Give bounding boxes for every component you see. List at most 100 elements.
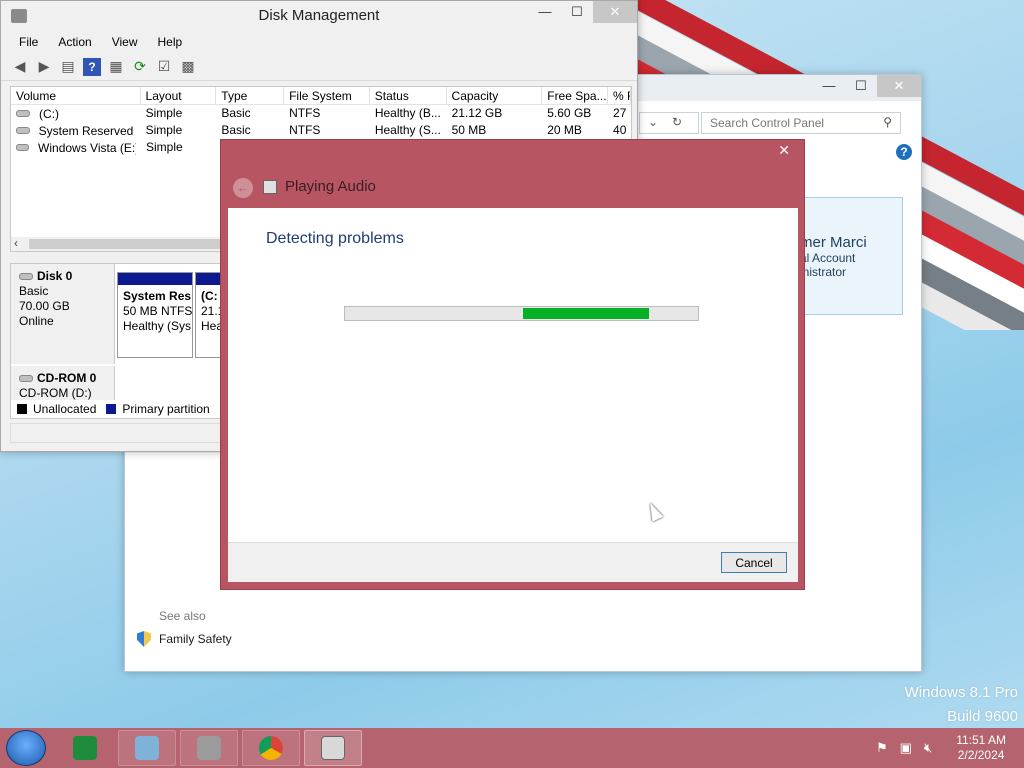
forward-arrow-icon[interactable]: ▶ bbox=[35, 58, 53, 76]
search-placeholder: Search Control Panel bbox=[710, 116, 825, 130]
disk-management-icon bbox=[197, 736, 221, 760]
table-row[interactable]: System Reserved Simple Basic NTFS Health… bbox=[11, 122, 631, 139]
column-capacity[interactable]: Capacity bbox=[447, 87, 543, 104]
refresh-icon[interactable]: ↻ bbox=[672, 115, 682, 129]
cdrom-drive: CD-ROM (D:) bbox=[19, 386, 92, 400]
cell-status: Healthy (B... bbox=[374, 106, 441, 120]
close-icon[interactable]: ✕ bbox=[778, 142, 790, 159]
back-arrow-icon[interactable]: ← bbox=[233, 178, 253, 198]
taskbar-troubleshooter[interactable] bbox=[304, 730, 362, 766]
check-icon[interactable]: ☑ bbox=[155, 58, 173, 76]
cdrom-icon bbox=[19, 375, 33, 382]
cell-percent-free: 40 bbox=[613, 123, 627, 137]
taskbar-store[interactable] bbox=[56, 730, 114, 766]
see-also-heading: See also bbox=[159, 609, 206, 623]
help-icon[interactable]: ? bbox=[896, 144, 912, 160]
dialog-footer: Cancel bbox=[228, 542, 798, 582]
cell-layout: Simple bbox=[145, 106, 183, 120]
chrome-icon bbox=[259, 736, 283, 760]
cell-capacity: 50 MB bbox=[451, 123, 487, 137]
family-safety-link[interactable]: Family Safety bbox=[137, 631, 232, 647]
properties-icon[interactable]: ▦ bbox=[107, 58, 125, 76]
search-icon[interactable]: ⚲ bbox=[883, 115, 892, 129]
column-free-space[interactable]: Free Spa... bbox=[542, 87, 609, 104]
disk0-name: Disk 0 bbox=[37, 269, 73, 283]
column-layout[interactable]: Layout bbox=[141, 87, 217, 104]
cancel-button[interactable]: Cancel bbox=[721, 552, 787, 573]
address-nav-buttons[interactable]: ⌄ ↻ bbox=[639, 112, 699, 134]
column-status[interactable]: Status bbox=[370, 87, 447, 104]
cell-free-space: 5.60 GB bbox=[547, 106, 592, 120]
cell-status: Healthy (S... bbox=[374, 123, 441, 137]
cell-layout: Simple bbox=[145, 123, 183, 137]
close-button[interactable]: ✕ bbox=[593, 1, 637, 23]
clock-time: 11:51 AM bbox=[956, 733, 1006, 747]
menu-help[interactable]: Help bbox=[148, 35, 193, 49]
settings-icon[interactable]: ▩ bbox=[179, 58, 197, 76]
partition-c[interactable]: (C: 21.1 Hea bbox=[195, 272, 223, 358]
troubleshooter-dialog: ✕ ← Playing Audio Detecting problems Can… bbox=[220, 139, 805, 590]
cell-volume: System Reserved bbox=[38, 123, 134, 138]
clock-date: 2/2/2024 bbox=[957, 748, 1005, 762]
cell-file-system: NTFS bbox=[289, 106, 321, 120]
drive-icon bbox=[16, 110, 30, 117]
column-percent-free[interactable]: % F bbox=[608, 87, 631, 104]
partition-size: 21.1 bbox=[201, 304, 222, 318]
column-volume[interactable]: Volume bbox=[11, 87, 141, 104]
drive-icon bbox=[16, 144, 30, 151]
search-input[interactable]: Search Control Panel ⚲ bbox=[701, 112, 901, 134]
table-row[interactable]: (C:) Simple Basic NTFS Healthy (B... 21.… bbox=[11, 105, 631, 122]
partition-size: 50 MB NTFS bbox=[123, 304, 192, 318]
menu-view[interactable]: View bbox=[102, 35, 148, 49]
minimize-button[interactable]: — bbox=[813, 75, 845, 97]
drive-icon bbox=[16, 127, 30, 134]
taskbar-disk-management[interactable] bbox=[180, 730, 238, 766]
chevron-left-icon[interactable]: ‹ bbox=[14, 236, 18, 250]
column-file-system[interactable]: File System bbox=[284, 87, 370, 104]
help-book-icon[interactable]: ? bbox=[83, 57, 101, 76]
partition-status: Hea bbox=[201, 319, 222, 333]
volume-muted-icon[interactable]: 🔇︎ bbox=[924, 740, 932, 756]
scrollbar-thumb[interactable] bbox=[29, 239, 229, 249]
family-safety-label: Family Safety bbox=[159, 632, 232, 646]
maximize-button[interactable]: ☐ bbox=[561, 1, 593, 23]
system-tray: ⚑ ▣ 🔇︎ bbox=[876, 740, 932, 756]
clock[interactable]: 11:51 AM 2/2/2024 bbox=[956, 733, 1006, 763]
unallocated-swatch bbox=[17, 404, 27, 414]
disk0-type: Basic bbox=[19, 284, 49, 298]
control-panel-icon bbox=[135, 736, 159, 760]
cell-type: Basic bbox=[221, 106, 251, 120]
menu-bar: File Action View Help bbox=[1, 31, 637, 53]
legend-unallocated: Unallocated bbox=[33, 402, 97, 416]
shield-icon bbox=[137, 631, 151, 647]
start-button[interactable] bbox=[6, 730, 46, 766]
chevron-down-icon[interactable]: ⌄ bbox=[648, 115, 658, 129]
disk0-size: 70.00 GB bbox=[19, 299, 70, 313]
partition-name: System Res bbox=[123, 289, 192, 303]
taskbar-chrome[interactable] bbox=[242, 730, 300, 766]
network-icon[interactable]: ▣ bbox=[900, 740, 912, 756]
legend-primary: Primary partition bbox=[122, 402, 210, 416]
maximize-button[interactable]: ☐ bbox=[845, 75, 877, 97]
user-name: mer Marci bbox=[800, 234, 867, 251]
taskbar-control-panel[interactable] bbox=[118, 730, 176, 766]
close-button[interactable]: ✕ bbox=[877, 75, 921, 97]
disk-management-titlebar: Disk Management — ☐ ✕ bbox=[1, 1, 637, 31]
disk0-label[interactable]: Disk 0 Basic 70.00 GB Online bbox=[11, 264, 115, 364]
show-hide-tree-icon[interactable]: ▤ bbox=[59, 58, 77, 76]
column-type[interactable]: Type bbox=[216, 87, 285, 104]
cdrom-label[interactable]: CD-ROM 0 CD-ROM (D:) bbox=[11, 366, 115, 400]
status-heading: Detecting problems bbox=[266, 230, 404, 247]
flag-icon[interactable]: ⚑ bbox=[876, 740, 888, 756]
partition-system-reserved[interactable]: System Res 50 MB NTFS Healthy (Sys bbox=[117, 272, 193, 358]
disk0-state: Online bbox=[19, 314, 54, 328]
menu-file[interactable]: File bbox=[9, 35, 48, 49]
menu-action[interactable]: Action bbox=[48, 35, 101, 49]
minimize-button[interactable]: — bbox=[529, 1, 561, 23]
refresh-icon[interactable]: ⟳ bbox=[131, 58, 149, 76]
troubleshooter-icon bbox=[321, 736, 345, 760]
primary-partition-bar bbox=[118, 273, 192, 285]
disk-icon bbox=[19, 273, 33, 280]
back-arrow-icon[interactable]: ◀ bbox=[11, 58, 29, 76]
os-build-watermark: Build 9600 bbox=[947, 708, 1018, 725]
